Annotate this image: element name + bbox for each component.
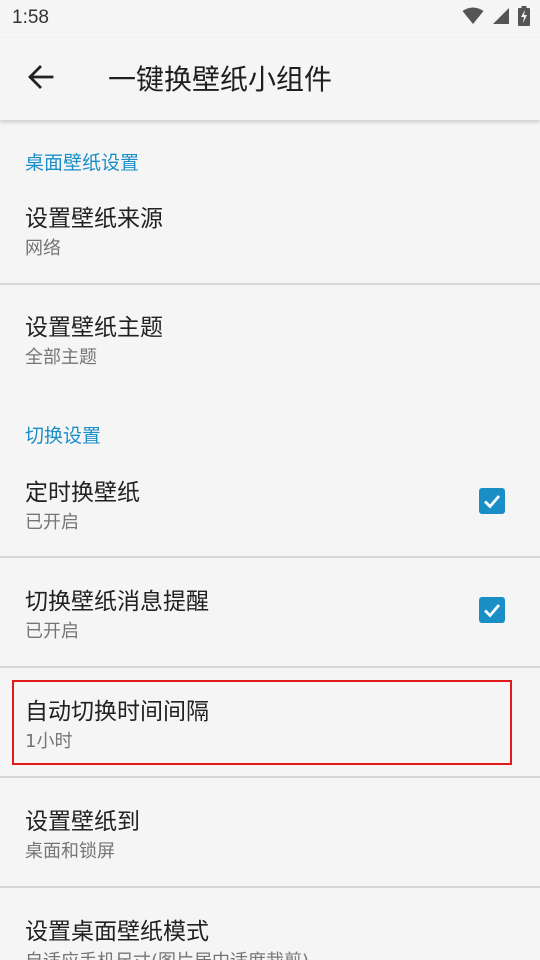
section-header-switch: 切换设置 — [25, 425, 102, 447]
pref-summary: 自适应手机尺寸(图片居中适度裁剪) — [25, 947, 309, 960]
pref-change-notification[interactable]: 切换壁纸消息提醒 已开启 — [0, 558, 540, 666]
pref-summary: 已开启 — [25, 512, 79, 533]
timed-change-checkbox[interactable] — [479, 488, 505, 514]
status-bar: 1:58 — [0, 0, 540, 38]
section-header-desktop: 桌面壁纸设置 — [25, 152, 140, 174]
pref-summary: 桌面和锁屏 — [25, 841, 115, 862]
signal-icon — [492, 7, 510, 29]
pref-title: 设置壁纸主题 — [25, 315, 163, 341]
pref-timed-change[interactable]: 定时换壁纸 已开启 — [0, 456, 540, 556]
pref-summary: 全部主题 — [25, 347, 97, 368]
page-title: 一键换壁纸小组件 — [108, 63, 333, 96]
pref-wallpaper-source[interactable]: 设置壁纸来源 网络 — [0, 182, 540, 282]
pref-auto-interval[interactable]: 自动切换时间间隔 1小时 — [0, 668, 540, 776]
pref-set-wallpaper-to[interactable]: 设置壁纸到 桌面和锁屏 — [0, 778, 540, 886]
pref-title: 切换壁纸消息提醒 — [25, 589, 209, 615]
status-icons — [462, 6, 530, 30]
pref-summary: 已开启 — [25, 621, 79, 642]
pref-summary: 网络 — [25, 238, 61, 259]
arrow-back-icon — [28, 64, 54, 94]
pref-title: 设置桌面壁纸模式 — [25, 919, 209, 945]
pref-title: 设置壁纸来源 — [25, 206, 163, 232]
wifi-icon — [462, 7, 484, 29]
divider — [0, 283, 540, 285]
app-bar: 一键换壁纸小组件 — [0, 38, 540, 120]
battery-charging-icon — [518, 6, 530, 30]
pref-title: 定时换壁纸 — [25, 480, 140, 506]
pref-title: 设置壁纸到 — [25, 809, 140, 835]
pref-title: 自动切换时间间隔 — [25, 699, 209, 725]
checkmark-icon — [484, 604, 501, 618]
pref-wallpaper-theme[interactable]: 设置壁纸主题 全部主题 — [0, 286, 540, 386]
preference-list[interactable]: 桌面壁纸设置 设置壁纸来源 网络 设置壁纸主题 全部主题 切换设置 定时换壁纸 … — [0, 120, 540, 960]
change-notification-checkbox[interactable] — [479, 597, 505, 623]
checkmark-icon — [484, 495, 501, 509]
pref-summary: 1小时 — [25, 731, 73, 752]
back-button[interactable] — [18, 56, 64, 102]
pref-desktop-mode[interactable]: 设置桌面壁纸模式 自适应手机尺寸(图片居中适度裁剪) — [0, 888, 540, 960]
status-time: 1:58 — [12, 7, 49, 28]
